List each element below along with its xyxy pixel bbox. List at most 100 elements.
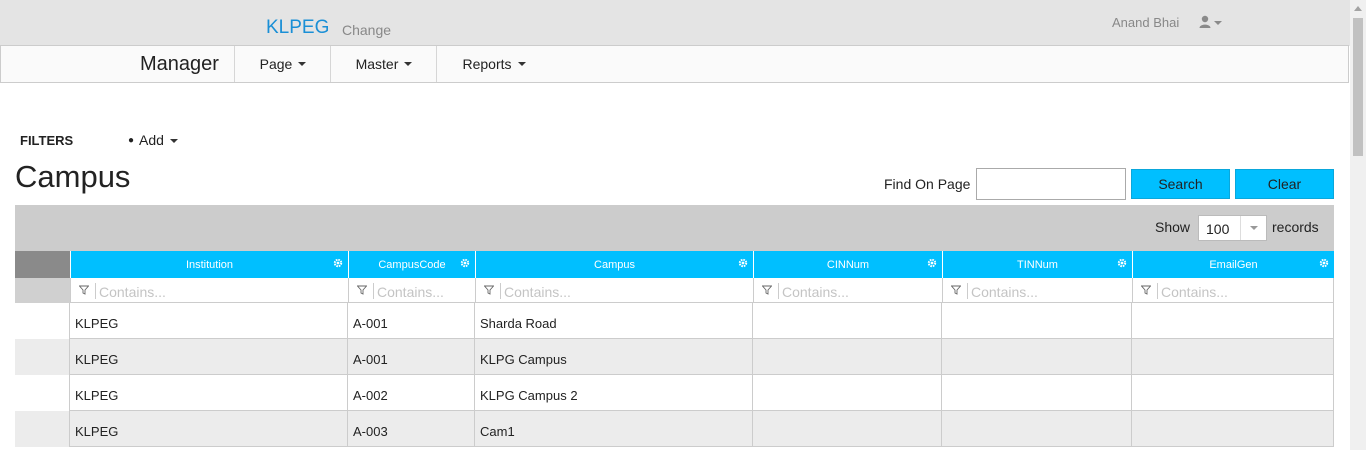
- table-cell: [753, 411, 942, 447]
- grid-corner-filter: [15, 278, 70, 303]
- column-header-cinnum[interactable]: CINNum: [753, 251, 942, 278]
- table-cell: [753, 303, 942, 339]
- caret-down-icon: [517, 62, 526, 66]
- filter-icon[interactable]: [357, 285, 367, 295]
- find-on-page-label: Find On Page: [884, 176, 971, 192]
- table-row[interactable]: KLPEG A-003 Cam1: [15, 411, 1334, 447]
- table-cell: [942, 303, 1132, 339]
- filter-cell-campuscode[interactable]: Contains...: [348, 278, 475, 303]
- filter-cell-institution[interactable]: Contains...: [70, 278, 348, 303]
- table-row[interactable]: KLPEG A-002 KLPG Campus 2: [15, 375, 1334, 411]
- table-cell: [942, 339, 1132, 375]
- brand-link[interactable]: KLPEG: [266, 17, 329, 39]
- column-header-institution[interactable]: Institution: [70, 251, 348, 278]
- column-header-label: CampusCode: [378, 258, 446, 271]
- column-header-tinnum[interactable]: TINNum: [942, 251, 1132, 278]
- table-row[interactable]: KLPEG A-001 KLPG Campus: [15, 339, 1334, 375]
- table-cell: A-001: [348, 303, 475, 339]
- filter-cell-campus[interactable]: Contains...: [475, 278, 753, 303]
- add-filter-label: Add: [139, 132, 164, 148]
- filter-icon[interactable]: [951, 285, 961, 295]
- column-header-campuscode[interactable]: CampusCode: [348, 251, 475, 278]
- table-cell: KLPEG: [70, 375, 348, 411]
- page-size-value: 100: [1206, 221, 1230, 237]
- row-selector[interactable]: [15, 303, 70, 339]
- filter-cell-emailgen[interactable]: Contains...: [1132, 278, 1334, 303]
- page-size-select[interactable]: 100: [1198, 215, 1267, 241]
- nav-item-label: Reports: [462, 56, 512, 72]
- user-menu-icon[interactable]: [1199, 15, 1225, 31]
- nav-item-label: Page: [259, 56, 293, 72]
- scroll-thumb[interactable]: [1353, 18, 1363, 156]
- row-selector[interactable]: [15, 339, 70, 375]
- nav-title: Manager: [140, 53, 219, 75]
- filter-placeholder: Contains...: [971, 284, 1038, 300]
- records-label: records: [1272, 219, 1319, 235]
- search-button[interactable]: Search: [1131, 169, 1230, 199]
- column-header-label: EmailGen: [1209, 258, 1258, 271]
- filter-cell-tinnum[interactable]: Contains...: [942, 278, 1132, 303]
- table-cell: [942, 375, 1132, 411]
- show-label: Show: [1155, 219, 1191, 235]
- table-cell: KLPG Campus 2: [475, 375, 753, 411]
- filter-separator: [373, 283, 374, 299]
- table-cell: A-003: [348, 411, 475, 447]
- filter-icon[interactable]: [1141, 285, 1151, 295]
- table-cell: Cam1: [475, 411, 753, 447]
- column-header-emailgen[interactable]: EmailGen: [1132, 251, 1334, 278]
- page-scrollbar[interactable]: [1350, 0, 1366, 450]
- column-header-label: CINNum: [826, 258, 870, 271]
- grid-toolbar: [15, 205, 1334, 251]
- filter-separator: [500, 283, 501, 299]
- gear-icon[interactable]: [460, 258, 470, 268]
- table-cell: [942, 411, 1132, 447]
- nav-item-label: Master: [355, 56, 399, 72]
- row-selector[interactable]: [15, 411, 70, 447]
- gear-icon[interactable]: [1117, 258, 1127, 268]
- filter-icon[interactable]: [762, 285, 772, 295]
- table-cell: [1132, 303, 1334, 339]
- gear-icon[interactable]: [1319, 258, 1329, 268]
- main-navbar: Manager Page Master Reports: [0, 45, 1349, 83]
- table-row[interactable]: KLPEG A-001 Sharda Road: [15, 303, 1334, 339]
- table-cell: A-002: [348, 375, 475, 411]
- filter-placeholder: Contains...: [99, 284, 166, 300]
- table-cell: [1132, 411, 1334, 447]
- table-cell: [1132, 339, 1334, 375]
- caret-down-icon: [169, 139, 178, 144]
- find-on-page-input[interactable]: [976, 168, 1126, 200]
- add-filter-menu[interactable]: ● Add: [128, 132, 178, 148]
- user-name[interactable]: Anand Bhai: [1112, 15, 1179, 30]
- table-cell: KLPEG: [70, 411, 348, 447]
- gear-icon[interactable]: [738, 258, 748, 268]
- gear-icon[interactable]: [333, 258, 343, 268]
- filter-separator: [1157, 283, 1158, 299]
- filter-placeholder: Contains...: [504, 284, 571, 300]
- bullet-icon: ●: [128, 135, 135, 146]
- table-cell: [753, 375, 942, 411]
- filter-separator: [967, 283, 968, 299]
- column-header-label: Institution: [185, 258, 234, 271]
- caret-down-icon: [404, 62, 413, 66]
- clear-button[interactable]: Clear: [1235, 169, 1334, 199]
- row-selector[interactable]: [15, 375, 70, 411]
- change-link[interactable]: Change: [342, 22, 391, 38]
- filter-icon[interactable]: [484, 285, 494, 295]
- table-cell: KLPG Campus: [475, 339, 753, 375]
- scroll-up-arrow-icon[interactable]: [1354, 6, 1362, 11]
- filter-placeholder: Contains...: [377, 284, 444, 300]
- dropdown-arrow-icon[interactable]: [1240, 216, 1266, 240]
- filter-placeholder: Contains...: [782, 284, 849, 300]
- nav-item-master[interactable]: Master: [330, 46, 437, 82]
- table-cell: A-001: [348, 339, 475, 375]
- top-bar: KLPEG Change Anand Bhai: [0, 0, 1350, 46]
- grid-corner-header: [15, 251, 70, 278]
- nav-item-page[interactable]: Page: [234, 46, 331, 82]
- filter-cell-cinnum[interactable]: Contains...: [753, 278, 942, 303]
- gear-icon[interactable]: [927, 258, 937, 268]
- nav-item-reports[interactable]: Reports: [436, 46, 551, 82]
- column-header-label: TINNum: [1017, 258, 1058, 271]
- column-header-campus[interactable]: Campus: [475, 251, 753, 278]
- filter-icon[interactable]: [79, 285, 89, 295]
- filter-separator: [778, 283, 779, 299]
